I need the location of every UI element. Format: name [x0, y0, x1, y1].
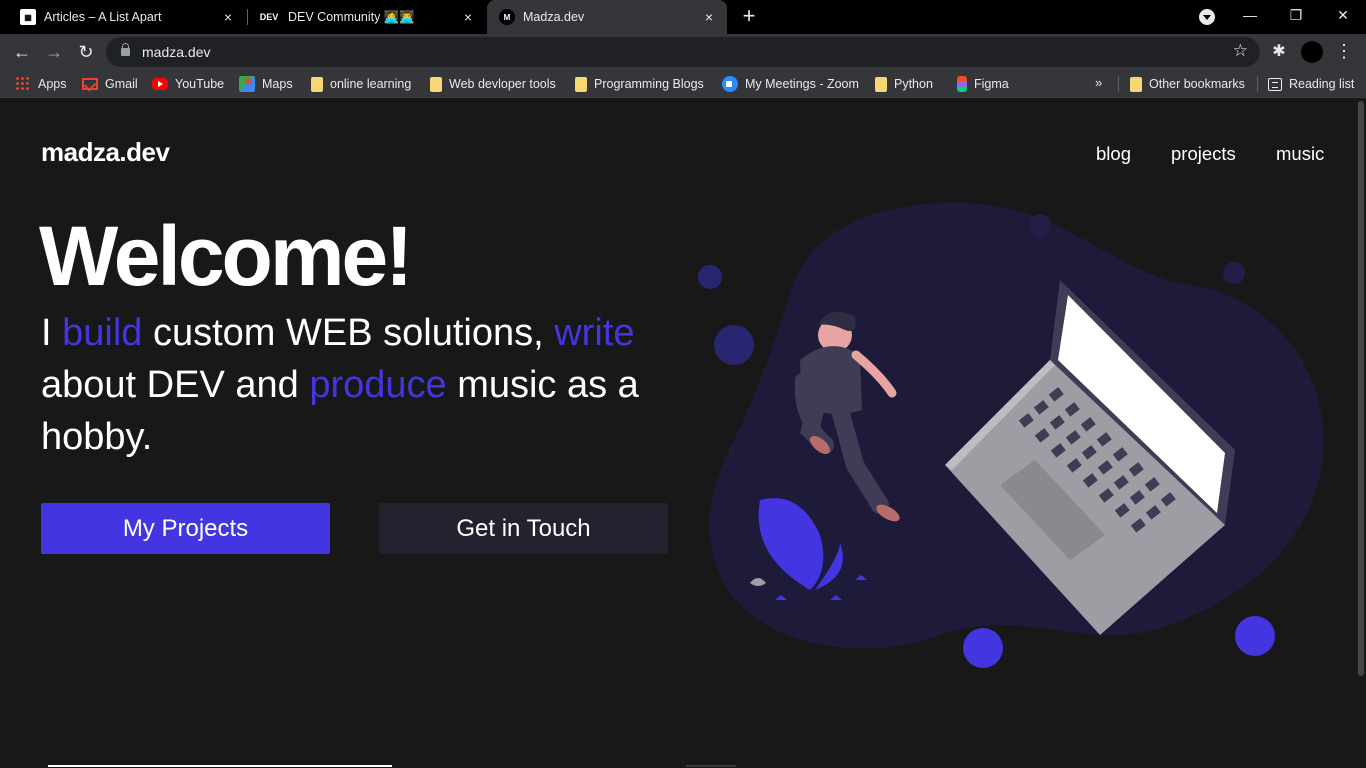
tab-title: DEV Community 👩‍💻👨‍💻 — [288, 9, 415, 24]
get-in-touch-button[interactable]: Get in Touch — [379, 503, 668, 554]
folder-icon — [575, 76, 587, 92]
hero-text-part: about DEV and — [41, 364, 310, 406]
hero-description: I build custom WEB solutions, write abou… — [41, 307, 681, 463]
bookmark-python[interactable]: Python — [875, 70, 933, 98]
figma-icon — [957, 76, 967, 92]
tab-title: Articles – A List Apart — [44, 10, 162, 24]
my-projects-button[interactable]: My Projects — [41, 503, 330, 554]
page-content: madza.dev blog projects music Welcome! I… — [0, 99, 1366, 768]
decor-circle — [1223, 262, 1245, 284]
bookmark-label: Figma — [974, 77, 1009, 91]
reading-list-icon — [1268, 77, 1282, 91]
divider — [686, 765, 736, 767]
window-close-icon[interactable]: ✕ — [1320, 0, 1366, 34]
bookmark-label: Apps — [38, 77, 67, 91]
madza-icon: M — [499, 9, 515, 25]
reading-list[interactable]: Reading list — [1268, 70, 1354, 98]
decor-circle — [1029, 214, 1051, 236]
tab-search-icon[interactable] — [1199, 9, 1215, 25]
site-logo[interactable]: madza.dev — [41, 137, 170, 168]
bookmark-programming-blogs[interactable]: Programming Blogs — [575, 70, 704, 98]
nav-projects[interactable]: projects — [1171, 143, 1236, 165]
bookmark-label: Gmail — [105, 77, 138, 91]
new-tab-button[interactable]: + — [736, 4, 762, 30]
tab-articles[interactable]: ▦ Articles – A List Apart × — [0, 0, 246, 34]
bookmark-online-learning[interactable]: online learning — [311, 70, 411, 98]
apps-icon — [15, 76, 31, 92]
hero-accent-produce: produce — [309, 364, 447, 406]
bookmark-apps[interactable]: Apps — [15, 70, 67, 98]
close-icon[interactable]: × — [458, 9, 478, 25]
reading-list-label: Reading list — [1289, 77, 1355, 91]
bookmark-label: Web devloper tools — [449, 77, 556, 91]
bookmark-label: Python — [894, 77, 933, 91]
nav-music[interactable]: music — [1276, 143, 1324, 165]
avatar[interactable] — [1301, 41, 1323, 63]
folder-icon — [311, 76, 323, 92]
url-text: madza.dev — [142, 44, 211, 60]
ala-icon: ▦ — [20, 9, 36, 25]
page-scrollbar[interactable] — [1356, 99, 1366, 768]
dev-icon: DEV — [259, 12, 279, 22]
zoom-icon — [722, 76, 738, 92]
folder-icon — [875, 76, 887, 92]
menu-icon[interactable]: ⋮ — [1334, 40, 1354, 64]
youtube-icon — [152, 78, 168, 90]
decor-circle — [963, 628, 1003, 668]
page-title: Welcome! — [39, 209, 413, 303]
bookmark-zoom[interactable]: My Meetings - Zoom — [722, 70, 859, 98]
bookmarks-separator — [1257, 76, 1258, 92]
extensions-icon[interactable]: ✱ — [1269, 42, 1289, 62]
close-icon[interactable]: × — [218, 9, 238, 25]
bookmarks-bar: Apps Gmail YouTube Maps online learning … — [0, 70, 1366, 98]
tab-dev-community[interactable]: DEV DEV Community 👩‍💻👨‍💻 × — [248, 0, 486, 34]
bookmark-label: YouTube — [175, 77, 225, 91]
bookmark-other[interactable]: Other bookmarks — [1130, 70, 1245, 98]
reload-icon[interactable]: ↻ — [72, 38, 100, 66]
decor-circle — [1235, 616, 1275, 656]
bookmark-label: Maps — [262, 77, 293, 91]
scrollbar-thumb[interactable] — [1358, 101, 1364, 676]
bookmark-figma[interactable]: Figma — [957, 70, 1009, 98]
bookmarks-separator — [1118, 76, 1119, 92]
tab-strip: ▦ Articles – A List Apart × DEV DEV Comm… — [0, 0, 1366, 34]
hero-accent-write: write — [554, 312, 635, 354]
browser-window: ▦ Articles – A List Apart × DEV DEV Comm… — [0, 0, 1366, 768]
address-bar[interactable]: madza.dev ☆ — [106, 37, 1260, 67]
hero-illustration — [698, 202, 1324, 668]
browser-toolbar: ← → ↻ madza.dev ☆ ✱ ⋮ — [0, 34, 1366, 70]
decor-circle — [698, 265, 722, 289]
bookmark-label: Other bookmarks — [1149, 77, 1245, 91]
minimize-icon[interactable]: — — [1227, 0, 1273, 34]
forward-icon[interactable]: → — [40, 38, 68, 66]
tab-madza[interactable]: M Madza.dev × — [487, 0, 727, 34]
bookmark-web-tools[interactable]: Web devloper tools — [430, 70, 556, 98]
close-icon[interactable]: × — [699, 9, 719, 25]
folder-icon — [1130, 76, 1142, 92]
restore-icon[interactable]: ❐ — [1273, 0, 1319, 34]
gmail-icon — [82, 78, 98, 90]
bookmark-label: Programming Blogs — [594, 77, 704, 91]
hero-accent-build: build — [62, 312, 143, 354]
bookmark-label: My Meetings - Zoom — [745, 77, 859, 91]
bookmark-star-icon[interactable]: ☆ — [1233, 41, 1248, 61]
tab-title: Madza.dev — [523, 10, 585, 24]
decor-circle — [714, 325, 754, 365]
bookmarks-overflow-icon[interactable]: » — [1095, 75, 1102, 90]
divider — [48, 765, 392, 767]
back-icon[interactable]: ← — [8, 38, 36, 66]
bookmark-gmail[interactable]: Gmail — [82, 70, 138, 98]
bookmark-label: online learning — [330, 77, 412, 91]
folder-icon — [430, 76, 442, 92]
lock-icon[interactable] — [121, 43, 130, 56]
maps-icon — [239, 76, 255, 92]
hero-text-part: custom WEB solutions, — [142, 312, 555, 354]
nav-blog[interactable]: blog — [1096, 143, 1131, 165]
bookmark-maps[interactable]: Maps — [239, 70, 293, 98]
hero-text-part: I — [41, 312, 63, 354]
bookmark-youtube[interactable]: YouTube — [152, 70, 224, 98]
